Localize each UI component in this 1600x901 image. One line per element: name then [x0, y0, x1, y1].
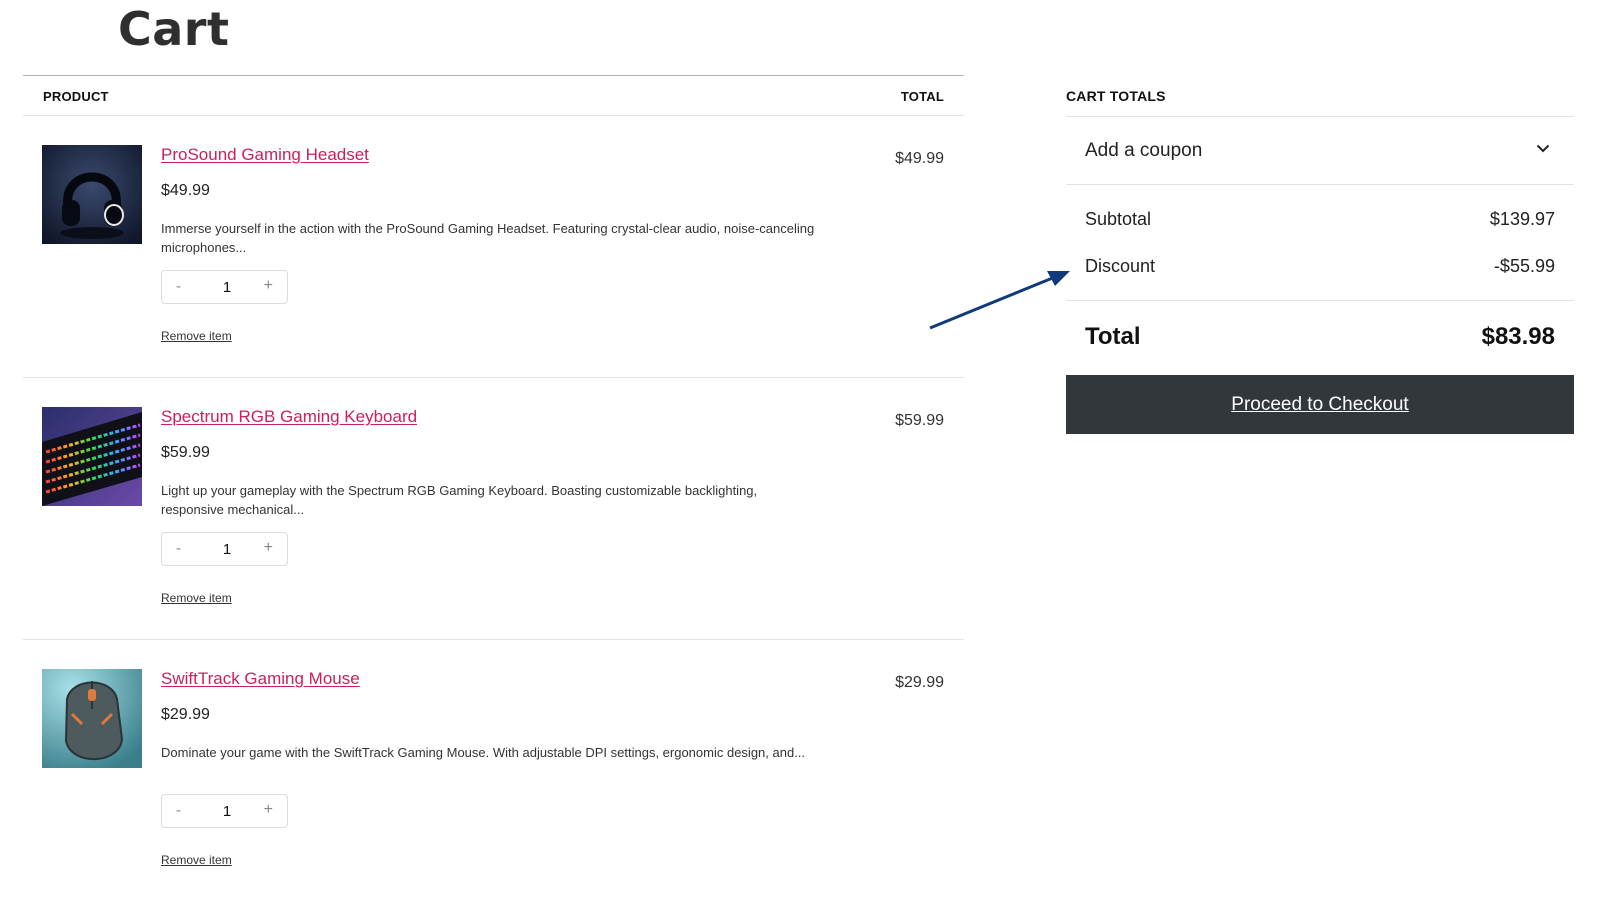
cart-item-row: Spectrum RGB Gaming Keyboard $59.99 Ligh… — [23, 378, 964, 640]
line-total: $29.99 — [895, 674, 944, 691]
discount-value: -$55.99 — [1493, 256, 1555, 276]
coupon-toggle[interactable]: Add a coupon — [1066, 117, 1574, 185]
product-price: $49.99 — [161, 182, 210, 199]
product-name-link[interactable]: SwiftTrack Gaming Mouse — [161, 669, 360, 689]
quantity-input[interactable]: 1 — [220, 803, 234, 820]
quantity-stepper: - 1 + — [161, 794, 288, 828]
quantity-input[interactable]: 1 — [220, 279, 234, 296]
product-name-link[interactable]: Spectrum RGB Gaming Keyboard — [161, 407, 417, 427]
quantity-stepper: - 1 + — [161, 532, 288, 566]
cart-table: PRODUCT TOTAL ProSound Gaming Headset $4… — [23, 75, 964, 901]
cart-table-header: PRODUCT TOTAL — [23, 75, 964, 116]
grand-total-row: Total $83.98 — [1066, 301, 1574, 373]
column-header-total: TOTAL — [900, 89, 944, 104]
decrease-quantity-button[interactable]: - — [176, 540, 181, 557]
subtotal-label: Subtotal — [1085, 209, 1152, 229]
product-name-link[interactable]: ProSound Gaming Headset — [161, 145, 369, 165]
chevron-down-icon — [1536, 144, 1550, 153]
quantity-stepper: - 1 + — [161, 270, 288, 304]
decrease-quantity-button[interactable]: - — [176, 802, 181, 819]
coupon-label: Add a coupon — [1085, 140, 1203, 161]
decrease-quantity-button[interactable]: - — [176, 278, 181, 295]
total-label: Total — [1085, 323, 1141, 350]
arrow-annotation — [929, 271, 1070, 330]
line-total: $49.99 — [895, 150, 944, 167]
mouse-image[interactable] — [42, 669, 142, 768]
discount-row: Discount -$55.99 — [1085, 256, 1555, 277]
line-total: $59.99 — [895, 412, 944, 429]
product-description: Immerse yourself in the action with the … — [161, 221, 815, 255]
cart-totals-panel: CART TOTALS Add a coupon Subtotal $139.9… — [1066, 75, 1574, 434]
quantity-input[interactable]: 1 — [220, 541, 234, 558]
remove-item-link[interactable]: Remove item — [161, 853, 232, 867]
subtotal-row: Subtotal $139.97 — [1085, 209, 1555, 230]
keyboard-image[interactable] — [42, 407, 142, 506]
product-description: Dominate your game with the SwiftTrack G… — [161, 745, 806, 760]
proceed-to-checkout-button[interactable]: Proceed to Checkout — [1066, 375, 1574, 434]
column-header-product: PRODUCT — [43, 89, 109, 104]
product-price: $59.99 — [161, 444, 210, 461]
product-price: $29.99 — [161, 706, 210, 723]
headset-image[interactable] — [42, 145, 142, 244]
discount-label: Discount — [1085, 256, 1156, 276]
cart-item-row: ProSound Gaming Headset $49.99 Immerse y… — [23, 116, 964, 378]
subtotal-value: $139.97 — [1489, 209, 1555, 229]
cart-item-row: SwiftTrack Gaming Mouse $29.99 Dominate … — [23, 640, 964, 901]
increase-quantity-button[interactable]: + — [264, 801, 273, 819]
remove-item-link[interactable]: Remove item — [161, 329, 232, 343]
increase-quantity-button[interactable]: + — [264, 539, 273, 557]
totals-summary: Subtotal $139.97 Discount -$55.99 — [1066, 185, 1574, 301]
cart-totals-heading: CART TOTALS — [1066, 75, 1574, 117]
total-value: $83.98 — [1481, 323, 1555, 350]
remove-item-link[interactable]: Remove item — [161, 591, 232, 605]
increase-quantity-button[interactable]: + — [264, 277, 273, 295]
product-description: Light up your gameplay with the Spectrum… — [161, 483, 758, 517]
page-title: Cart — [118, 2, 230, 56]
